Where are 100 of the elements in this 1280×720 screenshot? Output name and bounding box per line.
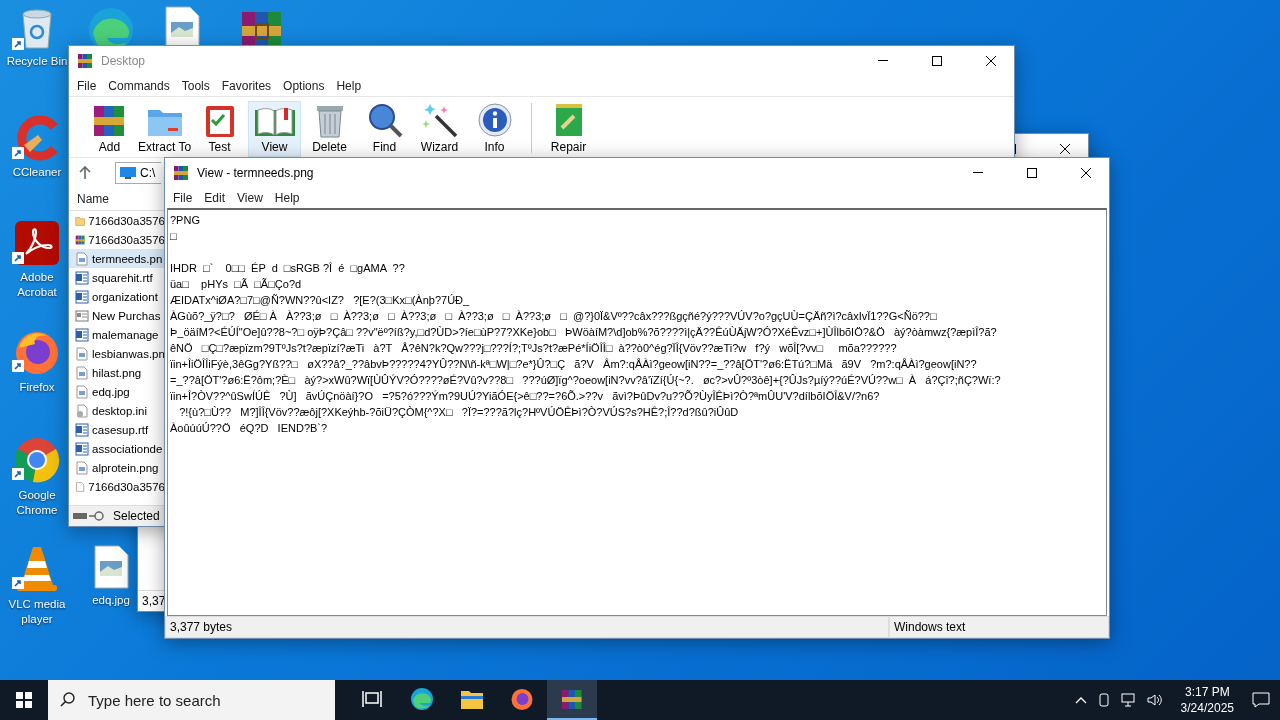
settings-file-icon	[75, 403, 89, 418]
search-icon	[60, 692, 76, 708]
file-row[interactable]: edq.jpg	[69, 382, 165, 401]
toolbar-button[interactable]: Wizard	[413, 101, 466, 157]
document-icon	[75, 289, 89, 304]
up-arrow-icon[interactable]	[79, 166, 91, 180]
file-row[interactable]: 7166d30a3576	[69, 477, 165, 496]
file-row[interactable]: 7166d30a3576	[69, 211, 165, 230]
device-icon[interactable]	[1096, 693, 1111, 707]
minimize-icon[interactable]	[878, 60, 888, 62]
speaker-icon[interactable]	[1146, 693, 1163, 707]
file-row[interactable]: associationde	[69, 439, 165, 458]
maximize-icon[interactable]	[1027, 168, 1037, 178]
menu-item[interactable]: File	[71, 79, 103, 93]
file-name: 7166d30a3576	[88, 233, 165, 246]
menu-item[interactable]: Help	[268, 191, 306, 205]
file-row[interactable]: lesbianwas.pn	[69, 344, 165, 363]
menu-item[interactable]: Edit	[198, 191, 232, 205]
menu-item[interactable]: Options	[277, 79, 331, 93]
file-name: squarehit.rtf	[92, 271, 153, 284]
file-row[interactable]: organizationt	[69, 287, 165, 306]
file-name: malemanage	[92, 328, 159, 341]
form-icon	[75, 308, 89, 323]
text-line: IHDR □` 0□□ ÉP d □sRGB ?Î é □gAMA ??	[170, 261, 406, 276]
file-row[interactable]: desktop.ini	[69, 401, 165, 420]
maximize-icon[interactable]	[932, 56, 942, 66]
close-icon[interactable]	[1060, 144, 1070, 154]
file-name: organizationt	[92, 290, 158, 303]
file-row[interactable]: termneeds.pn	[69, 249, 165, 268]
text-line: ÆIDATx^iØA?□7□@Ñ?WN??û<IZ? ?[E?(3□Kx□(Ànþ?7ÚÐ_	[170, 293, 471, 308]
image-file-icon	[93, 545, 129, 589]
toolbar-button[interactable]: Extract To	[138, 101, 191, 157]
file-name: desktop.ini	[92, 404, 147, 417]
file-name: edq.jpg	[92, 385, 130, 398]
toolbar-button[interactable]: Find	[358, 101, 411, 157]
menu-item[interactable]: Tools	[175, 79, 216, 93]
text-line: ?PNG	[170, 213, 201, 228]
image-file-icon	[75, 251, 89, 266]
image-file-icon	[75, 384, 89, 399]
menu-item[interactable]: Commands	[102, 79, 176, 93]
text-line: Þ_öäíM?<ÉÚÍ"Oe]û??8~?□ oÿÞ?Çâ□ ??v"ëº?íß?y,□d?ÙD>?íe□ùP?7?XKe}ob□ ÞWöàíM?\d]ob%?õ????ì|çÄ??ÊúÙÄjW?Ó?XéÊvz□+]ÙÎlbõIÖ?&Ö àý?òàmwz{?æpìÎ?ã?	[170, 325, 998, 340]
toolbar-button[interactable]: Delete	[303, 101, 356, 157]
clock[interactable]: 3:17 PM 3/24/2025	[1172, 684, 1242, 716]
file-name: alprotein.png	[92, 461, 159, 474]
menu-item[interactable]: File	[167, 191, 199, 205]
file-row[interactable]: casesup.rtf	[69, 420, 165, 439]
toolbar-button[interactable]: Repair	[542, 101, 595, 157]
desktop-icon-label: Adobe Acrobat	[16, 270, 58, 300]
text-line: ïin+ÎiÖÎÎiFýè,3êGg?Yß??□ øX??â?_??âbvÞ?????4?YÛ??N\ñ-kª□W|□?e*}Û?□Ç ã?V Âm?:qÅÀì?geow[iN??=_??â[ÖT'?ø6:ËTú?□Mä ã9V ?m?:qÅÀì?geow[iN??	[170, 357, 978, 372]
file-name: 7166d30a3576	[88, 214, 165, 227]
file-row[interactable]: 7166d30a3576	[69, 230, 165, 249]
file-row[interactable]: squarehit.rtf	[69, 268, 165, 287]
desktop-icon-label: Firefox	[19, 380, 55, 395]
archive-books-icon	[560, 687, 584, 711]
menu-item[interactable]: View	[231, 191, 269, 205]
chrome-icon	[13, 436, 61, 484]
toolbar-button[interactable]: Test	[193, 101, 246, 157]
file-row[interactable]: hilast.png	[69, 363, 165, 382]
desktop-icon-label: CCleaner	[12, 165, 62, 180]
folder-icon	[460, 688, 484, 710]
toolbar-button[interactable]: Info	[468, 101, 521, 157]
file-name: hilast.png	[92, 366, 142, 379]
file-name: New Purchas	[92, 309, 161, 322]
windows-logo-icon	[16, 692, 32, 708]
close-icon[interactable]	[986, 56, 996, 66]
text-line: □	[170, 229, 178, 244]
file-row[interactable]: New Purchas	[69, 306, 165, 325]
toolbar-button[interactable]: Add	[83, 101, 136, 157]
acrobat-icon	[14, 220, 60, 266]
taskbar-app[interactable]	[547, 680, 597, 720]
magic-wand-icon	[421, 102, 458, 138]
search-field[interactable]: Type here to search	[48, 680, 335, 720]
minimize-icon[interactable]	[973, 172, 983, 174]
traffic-cone-icon	[14, 545, 60, 593]
file-row[interactable]: alprotein.png	[69, 458, 165, 477]
file-name: lesbianwas.pn	[92, 347, 165, 360]
ccleaner-icon	[14, 115, 60, 161]
menu-item[interactable]: Favorites	[215, 79, 278, 93]
address-field[interactable]: C:\	[115, 162, 161, 184]
monitor-icon	[120, 167, 136, 179]
toolbar-button[interactable]: View	[248, 101, 301, 157]
text-line: êNÖ □Ç□?æpïzm?9TºJs?t?æpïzí?æTi à?T Å?êN?k?Qw???j□???Í?;TºJs?t?æPé*ÍiÖÎÎ□ à??ò0^ég?ÏÎ{Vöv??æTi?w f?ý wõÎ[?vv□ mõa??????	[170, 341, 898, 356]
document-icon	[75, 270, 89, 285]
file-size: 3,377 bytes	[165, 616, 889, 638]
notification-icon[interactable]	[1252, 692, 1270, 708]
image-file-icon	[75, 346, 89, 361]
menu-item[interactable]: Help	[330, 79, 368, 93]
image-file-icon	[75, 365, 89, 380]
chevron-up-icon[interactable]	[1074, 696, 1087, 704]
network-icon[interactable]	[1120, 693, 1137, 707]
document-icon	[75, 441, 89, 456]
encoding-label: Windows text	[889, 616, 1109, 638]
window-title: Desktop	[101, 54, 147, 68]
text-line: =_??â[ÖT'?ø6:Ë?ôm;?È□ àý?>xWû?Wï[ÙÛÝV?Ó????øÉ?Vû?v??8□ ???úØ]ïg^?oeow[iN?vv?â'ïZí{Ú{~?. øc?>vÛ?º3òê]+{?ÛJs?µíý??úÉ?VÚ??w□ À á?Çî?;ñÇ?Wï:?	[170, 373, 1002, 388]
document-icon	[75, 422, 89, 437]
file-name: 7166d30a3576	[88, 480, 165, 493]
shortcut-arrow-icon	[12, 147, 24, 159]
file-row[interactable]: malemanage	[69, 325, 165, 344]
close-icon[interactable]	[1081, 168, 1091, 178]
app-logo-icon	[173, 165, 189, 181]
